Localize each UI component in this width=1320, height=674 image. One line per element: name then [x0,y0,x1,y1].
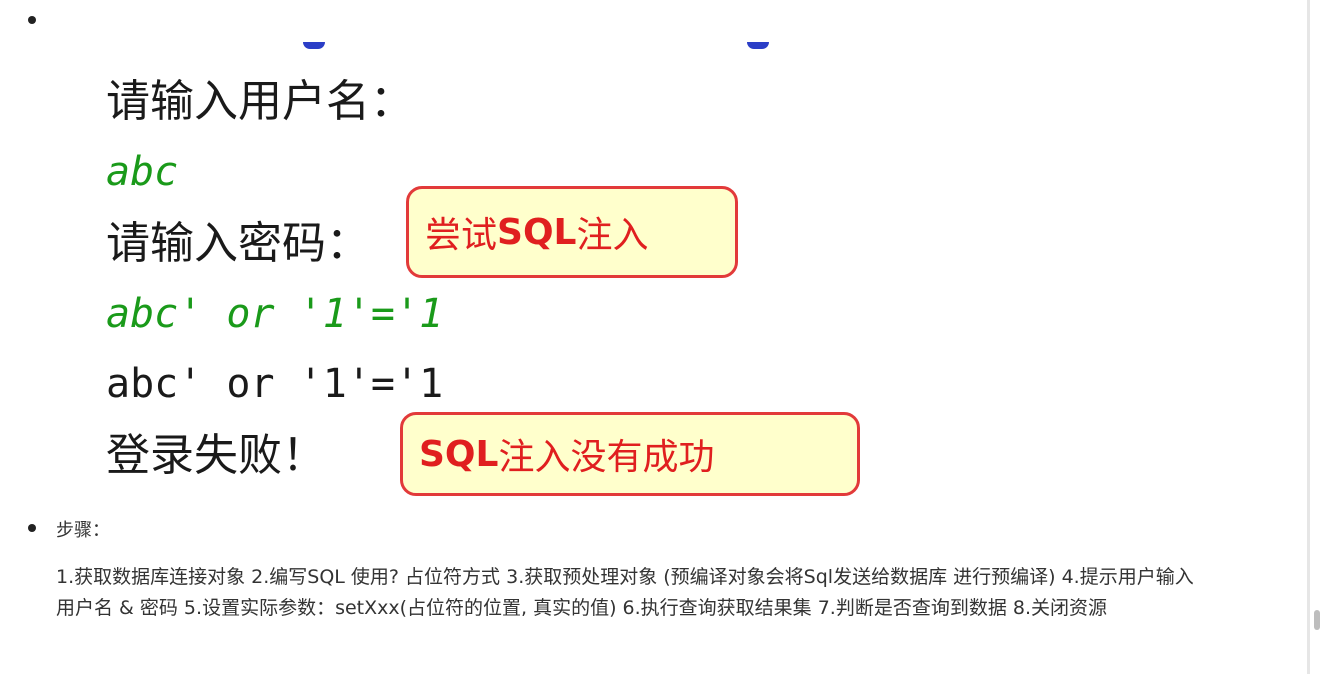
cropped-glyph-right [747,42,769,49]
console-screenshot: 请输入用户名： abc 请输入密码： abc' or '1'='1 abc' o… [100,42,880,502]
callout-injection-failed: SQL 注入没有成功 [400,412,860,496]
callout-try-suffix: 注入 [576,215,649,256]
login-result: 登录失败！ [106,430,326,481]
callout-try-injection: 尝试 SQL 注入 [406,186,738,278]
username-input-value: abc [106,149,179,195]
callout-try-prefix: 尝试 [425,215,498,256]
page: 请输入用户名： abc 请输入密码： abc' or '1'='1 abc' o… [0,0,1320,674]
callout-fail-suffix: 注入没有成功 [498,437,715,478]
prompt-username: 请输入用户名： [106,76,414,127]
cropped-glyph-left [303,42,325,49]
prompt-password: 请输入密码： [106,218,370,269]
password-input-value: abc' or '1'='1 [106,291,444,337]
content-border [1307,0,1310,674]
password-echo: abc' or '1'='1 [106,361,444,407]
callout-try-bold: SQL [497,211,577,253]
scrollbar-thumb[interactable] [1314,610,1320,630]
callout-fail-bold: SQL [419,433,499,475]
steps-description: 1.获取数据库连接对象 2.编写SQL 使用? 占位符方式 3.获取预处理对象 … [56,566,1194,619]
steps-label: 步骤： [56,520,110,541]
list-bullet-image [28,16,36,24]
list-bullet-steps [28,524,36,532]
